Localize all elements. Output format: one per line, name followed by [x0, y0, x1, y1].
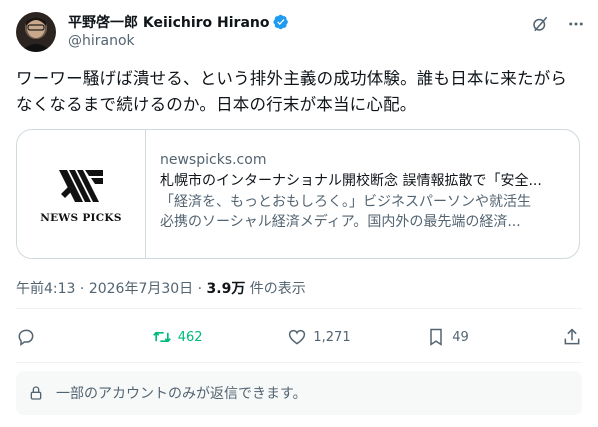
avatar-image	[20, 17, 52, 52]
heart-icon	[289, 329, 306, 345]
card-description-line: 必携のソーシャル経済メディア。国内外の最先端の経済...	[160, 214, 521, 230]
share-icon	[564, 328, 580, 345]
post-time[interactable]: 午前4:13	[16, 281, 75, 297]
retweet-count: 462	[177, 329, 203, 345]
post-header: 平野啓一郎 Keiichiro Hirano @hiranok	[16, 12, 586, 56]
meta-separator: ·	[197, 281, 207, 297]
share-button[interactable]	[562, 327, 582, 347]
reply-icon	[18, 329, 34, 346]
card-description: 「経済を、もっとおもしろく。」ビジネスパーソンや就活生 必携のソーシャル経済メデ…	[160, 192, 565, 232]
post-text: ワーワー騒げば潰せる、という排外主義の成功体験。誰も日本に来たがら なくなるまで…	[16, 66, 582, 118]
avatar[interactable]	[16, 12, 56, 52]
card-thumbnail: NEWS PICKS	[17, 130, 146, 258]
newspicks-logo-icon	[59, 170, 103, 202]
retweet-button[interactable]: 462	[152, 327, 212, 347]
verified-badge-icon	[273, 14, 289, 30]
like-button[interactable]: 1,271	[287, 327, 351, 347]
divider	[16, 308, 582, 309]
reply-restriction-text: 一部のアカウントのみが返信できます。	[56, 386, 307, 402]
meta-separator: ·	[79, 281, 89, 297]
like-count: 1,271	[313, 329, 351, 345]
post-date[interactable]: 2026年7月30日	[89, 281, 193, 297]
divider	[16, 362, 582, 363]
post-text-line: なくなるまで続けるのか。日本の行末が本当に心配。	[16, 95, 417, 114]
bookmark-icon	[430, 328, 443, 346]
grok-icon[interactable]	[530, 14, 550, 34]
view-count[interactable]: 3.9万	[207, 281, 246, 297]
bookmark-button[interactable]: 49	[426, 327, 486, 347]
reply-restriction-notice: 一部のアカウントのみが返信できます。	[16, 371, 582, 415]
author-name[interactable]: 平野啓一郎 Keiichiro Hirano	[68, 12, 269, 32]
lock-icon	[30, 386, 42, 400]
reply-button[interactable]	[16, 327, 76, 347]
action-bar: 462 1,271 49	[16, 322, 582, 352]
card-domain: newspicks.com	[160, 152, 267, 168]
card-description-line: 「経済を、もっとおもしろく。」ビジネスパーソンや就活生	[160, 194, 531, 210]
view-count-suffix: 件の表示	[249, 281, 306, 297]
link-card[interactable]: NEWS PICKS newspicks.com 札幌市のインターナショナル開校…	[16, 129, 580, 259]
post-text-line: ワーワー騒げば潰せる、という排外主義の成功体験。誰も日本に来たがら	[16, 69, 568, 88]
bookmark-count: 49	[452, 329, 469, 345]
thumbnail-logo-text: NEWS PICKS	[40, 212, 122, 224]
more-options-icon[interactable]	[566, 14, 586, 34]
post-meta: 午前4:13 · 2026年7月30日 · 3.9万 件の表示	[16, 278, 306, 298]
retweet-icon	[152, 331, 171, 343]
author-handle[interactable]: @hiranok	[68, 33, 135, 49]
card-title: 札幌市のインターナショナル開校断念 誤情報拡散で「安全...	[160, 173, 542, 189]
